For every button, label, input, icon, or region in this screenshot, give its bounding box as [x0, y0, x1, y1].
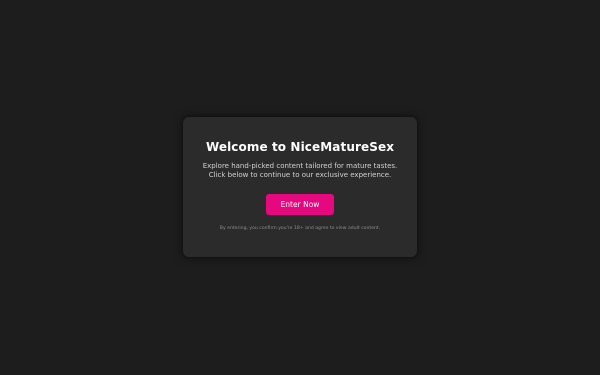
page-background: Welcome to NiceMatureSex Explore hand-pi… — [0, 0, 600, 375]
enter-now-button[interactable]: Enter Now — [266, 194, 334, 215]
age-disclaimer: By entering, you confirm you're 18+ and … — [219, 226, 381, 231]
modal-title: Welcome to NiceMatureSex — [205, 140, 395, 154]
age-gate-modal: Welcome to NiceMatureSex Explore hand-pi… — [183, 117, 417, 257]
modal-description: Explore hand-picked content tailored for… — [202, 162, 398, 179]
